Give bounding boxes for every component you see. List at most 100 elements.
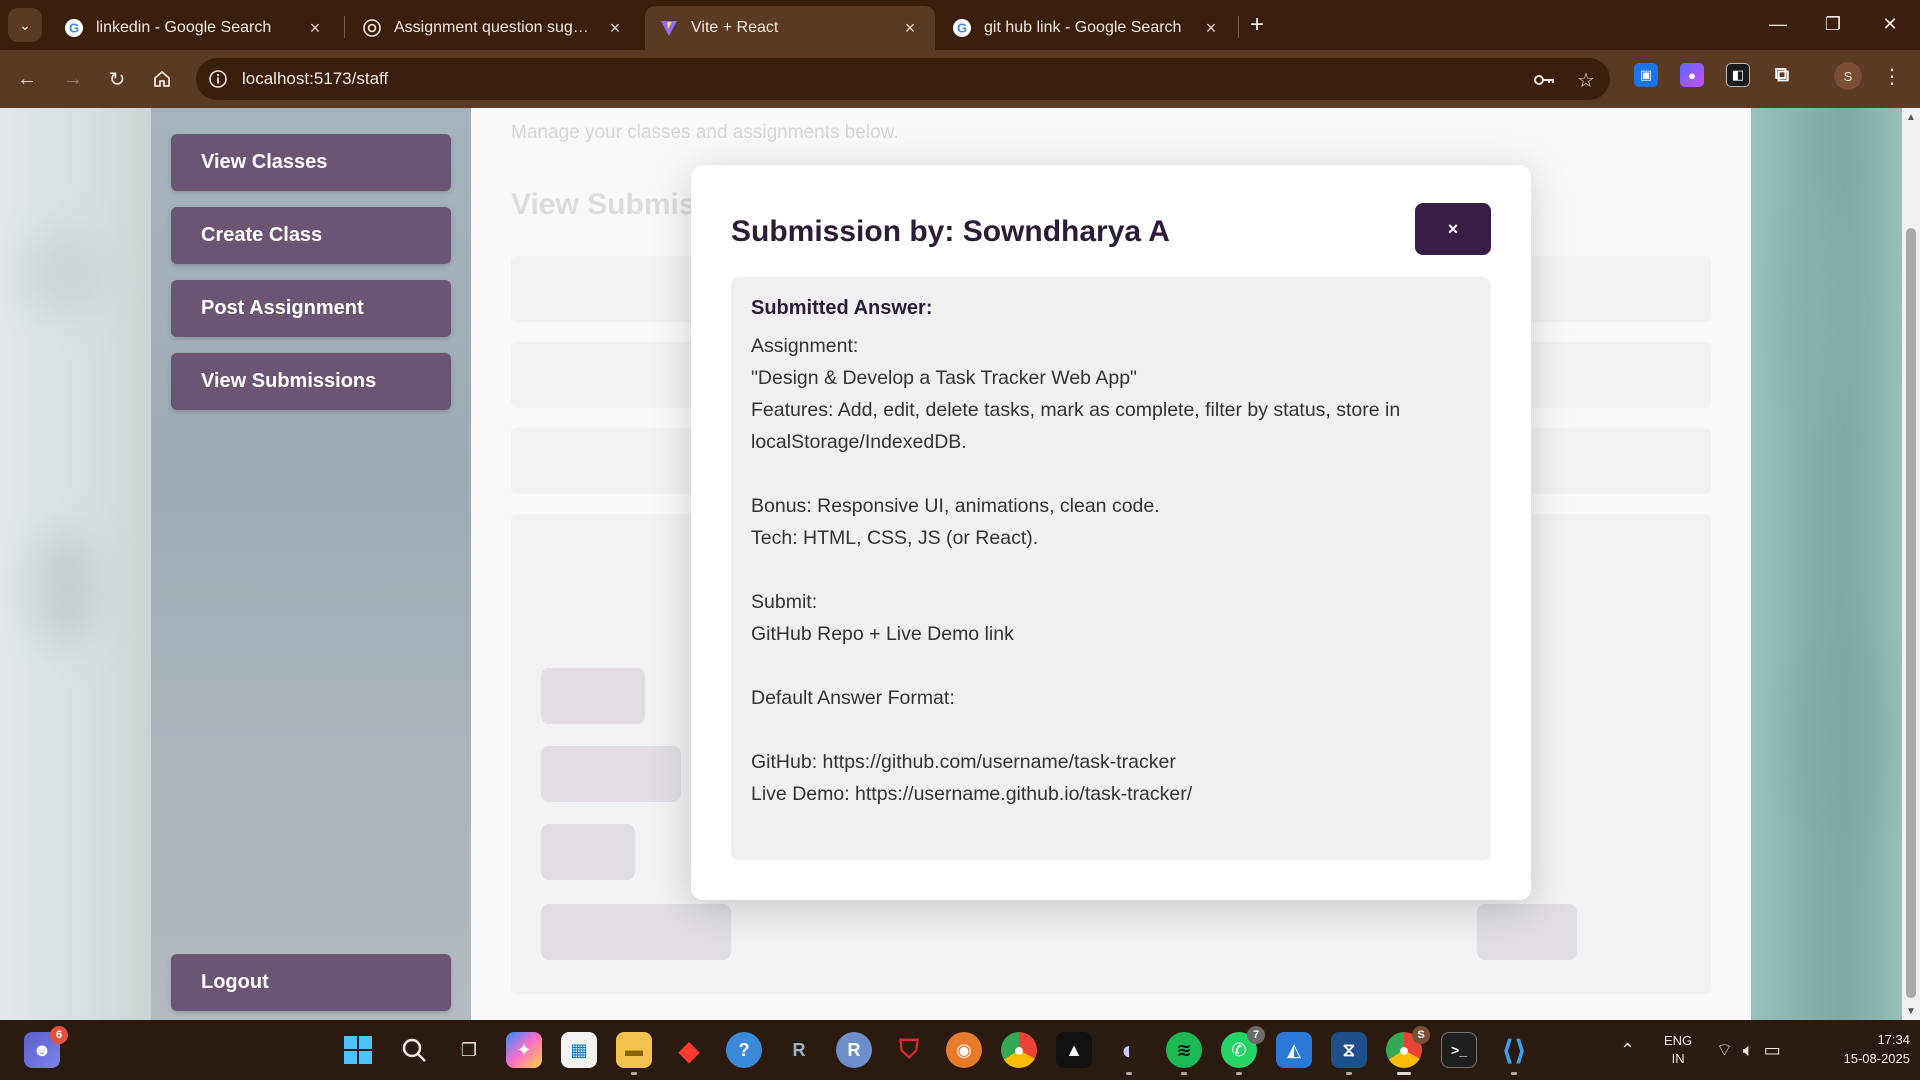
site-info-button[interactable] bbox=[204, 65, 232, 93]
submission-modal: Submission by: Sowndharya A × Submitted … bbox=[691, 165, 1531, 900]
tab-separator bbox=[1238, 16, 1239, 38]
tab-separator bbox=[344, 16, 345, 38]
close-window-button[interactable]: ✕ bbox=[1870, 6, 1910, 42]
arc-icon[interactable]: ▲ bbox=[1056, 1032, 1092, 1068]
tab-linkedin-search[interactable]: G linkedin - Google Search × bbox=[50, 6, 340, 50]
modal-close-button[interactable]: × bbox=[1415, 203, 1491, 255]
tab-title: git hub link - Google Search bbox=[984, 19, 1182, 36]
help-icon[interactable]: ? bbox=[726, 1032, 762, 1068]
tab-assignment-chat[interactable]: Assignment question suggestio × bbox=[348, 6, 640, 50]
home-button[interactable] bbox=[145, 62, 179, 96]
close-icon[interactable]: × bbox=[604, 17, 626, 39]
tab-title: linkedin - Google Search bbox=[96, 19, 272, 36]
scroll-down-icon[interactable]: ▼ bbox=[1906, 1006, 1916, 1017]
r-icon[interactable]: R bbox=[836, 1032, 872, 1068]
copilot-icon[interactable]: ✦ bbox=[506, 1032, 542, 1068]
close-icon[interactable]: × bbox=[899, 17, 921, 39]
tab-search-button[interactable]: ⌄ bbox=[8, 8, 42, 42]
scrollbar[interactable]: ▲ ▼ bbox=[1902, 108, 1920, 1020]
address-bar[interactable]: localhost:5173/staff ☆ bbox=[196, 58, 1610, 100]
windows-icon bbox=[344, 1036, 372, 1064]
time-text: 17:34 bbox=[1877, 1032, 1910, 1047]
arrow-left-icon: ← bbox=[17, 67, 37, 90]
profile-badge: S bbox=[1412, 1026, 1430, 1044]
git-icon[interactable]: ◆ bbox=[671, 1032, 707, 1068]
close-icon: × bbox=[1447, 218, 1459, 239]
password-key-button[interactable] bbox=[1530, 66, 1558, 94]
chrome-icon[interactable]: ● bbox=[1001, 1032, 1037, 1068]
close-icon[interactable]: × bbox=[304, 17, 326, 39]
running-indicator bbox=[1181, 1072, 1187, 1075]
whatsapp-icon[interactable]: ✆ 7 bbox=[1221, 1026, 1265, 1075]
restore-button[interactable]: ❐ bbox=[1813, 6, 1853, 42]
url-text[interactable]: localhost:5173/staff bbox=[242, 69, 388, 89]
running-indicator bbox=[1126, 1072, 1132, 1075]
duckduckgo-icon[interactable]: ◉ bbox=[946, 1032, 982, 1068]
minimize-button[interactable]: — bbox=[1758, 6, 1798, 42]
extension-screen-icon[interactable]: ▣ bbox=[1634, 63, 1658, 87]
forward-button[interactable]: → bbox=[56, 62, 90, 96]
running-indicator bbox=[1511, 1072, 1517, 1075]
tab-vite-react[interactable]: Vite + React × bbox=[645, 6, 935, 50]
info-icon bbox=[209, 70, 227, 88]
reload-button[interactable]: ↻ bbox=[100, 62, 134, 96]
language-indicator[interactable]: ENG IN bbox=[1664, 1020, 1692, 1080]
show-hidden-icons-button[interactable]: ⌃ bbox=[1620, 1020, 1635, 1080]
reload-icon: ↻ bbox=[108, 68, 126, 91]
bookmark-button[interactable]: ☆ bbox=[1572, 66, 1600, 94]
rstudio-icon[interactable]: R bbox=[781, 1032, 817, 1068]
system-tray[interactable]: ⌔ 🔈︎ ▭ bbox=[1716, 1020, 1781, 1080]
terminal-icon[interactable]: >_ bbox=[1441, 1032, 1477, 1068]
store-icon[interactable]: ▦ bbox=[561, 1032, 597, 1068]
chevron-up-icon: ⌃ bbox=[1620, 1039, 1636, 1060]
scroll-up-icon[interactable]: ▲ bbox=[1906, 112, 1916, 123]
running-indicator bbox=[631, 1072, 637, 1075]
photos-icon[interactable]: ◭ bbox=[1276, 1032, 1312, 1068]
plus-icon: + bbox=[1249, 11, 1264, 38]
notification-badge: 7 bbox=[1247, 1026, 1265, 1044]
menu-kebab-icon[interactable]: ⋮ bbox=[1878, 62, 1906, 90]
new-tab-button[interactable]: + bbox=[1242, 10, 1272, 40]
start-button[interactable] bbox=[340, 1032, 376, 1068]
vite-icon bbox=[659, 18, 679, 38]
running-indicator bbox=[1236, 1072, 1242, 1075]
close-icon[interactable]: × bbox=[1200, 17, 1222, 39]
key-icon bbox=[1534, 75, 1554, 85]
windows-taskbar: ☻ 6 ❐ ✦ ▦ ▬ ◆ ? R R ⛉ ◉ ● ▲ ◐ ≋ ✆ 7 ◭ ⧖ ● S… bbox=[0, 1020, 1920, 1080]
back-button[interactable]: ← bbox=[10, 62, 44, 96]
browser-tab-strip: ⌄ G linkedin - Google Search × Assignmen… bbox=[0, 0, 1920, 50]
file-explorer-icon[interactable]: ▬ bbox=[616, 1032, 652, 1075]
scrollbar-thumb[interactable] bbox=[1906, 228, 1916, 998]
clock[interactable]: 17:34 15-08-2025 bbox=[1810, 1030, 1911, 1068]
svg-text:G: G bbox=[957, 21, 967, 36]
tab-title: Vite + React bbox=[691, 19, 779, 36]
volume-icon: 🔈︎ bbox=[1742, 1039, 1754, 1060]
battery-icon: ▭ bbox=[1763, 1039, 1781, 1060]
svg-text:G: G bbox=[69, 21, 79, 36]
mcafee-icon[interactable]: ⛉ bbox=[891, 1032, 927, 1068]
netbeans-icon[interactable]: ⧖ bbox=[1331, 1032, 1367, 1075]
extension-ai-icon[interactable]: ● bbox=[1680, 63, 1704, 87]
tab-title: Assignment question suggestio bbox=[394, 19, 596, 36]
search-button[interactable] bbox=[396, 1032, 432, 1068]
teams-icon[interactable]: ☻ 6 bbox=[24, 1026, 68, 1068]
chevron-down-icon: ⌄ bbox=[19, 16, 31, 33]
wifi-icon: ⌔ bbox=[1716, 1039, 1733, 1060]
home-icon bbox=[154, 71, 170, 87]
spotify-icon[interactable]: ≋ bbox=[1166, 1032, 1202, 1075]
chatgpt-icon bbox=[362, 18, 382, 38]
region-code: IN bbox=[1671, 1051, 1685, 1066]
chrome-active-icon[interactable]: ● S bbox=[1386, 1026, 1430, 1075]
active-indicator bbox=[1397, 1072, 1411, 1075]
google-icon: G bbox=[952, 18, 972, 38]
eclipse-icon[interactable]: ◐ bbox=[1111, 1032, 1147, 1075]
profile-avatar[interactable]: S bbox=[1834, 62, 1862, 90]
tab-github-search[interactable]: G git hub link - Google Search × bbox=[938, 6, 1236, 50]
extension-sidepanel-icon[interactable]: ◧ bbox=[1726, 63, 1750, 87]
answer-text: Assignment: "Design & Develop a Task Tra… bbox=[751, 335, 1401, 805]
date-text: 15-08-2025 bbox=[1843, 1051, 1911, 1066]
task-view-icon[interactable]: ❐ bbox=[451, 1032, 487, 1068]
extensions-puzzle-icon[interactable]: ⧉ bbox=[1770, 63, 1794, 87]
vscode-icon[interactable]: ⟨⟩ bbox=[1496, 1032, 1532, 1075]
restore-icon: ❐ bbox=[1824, 13, 1842, 34]
